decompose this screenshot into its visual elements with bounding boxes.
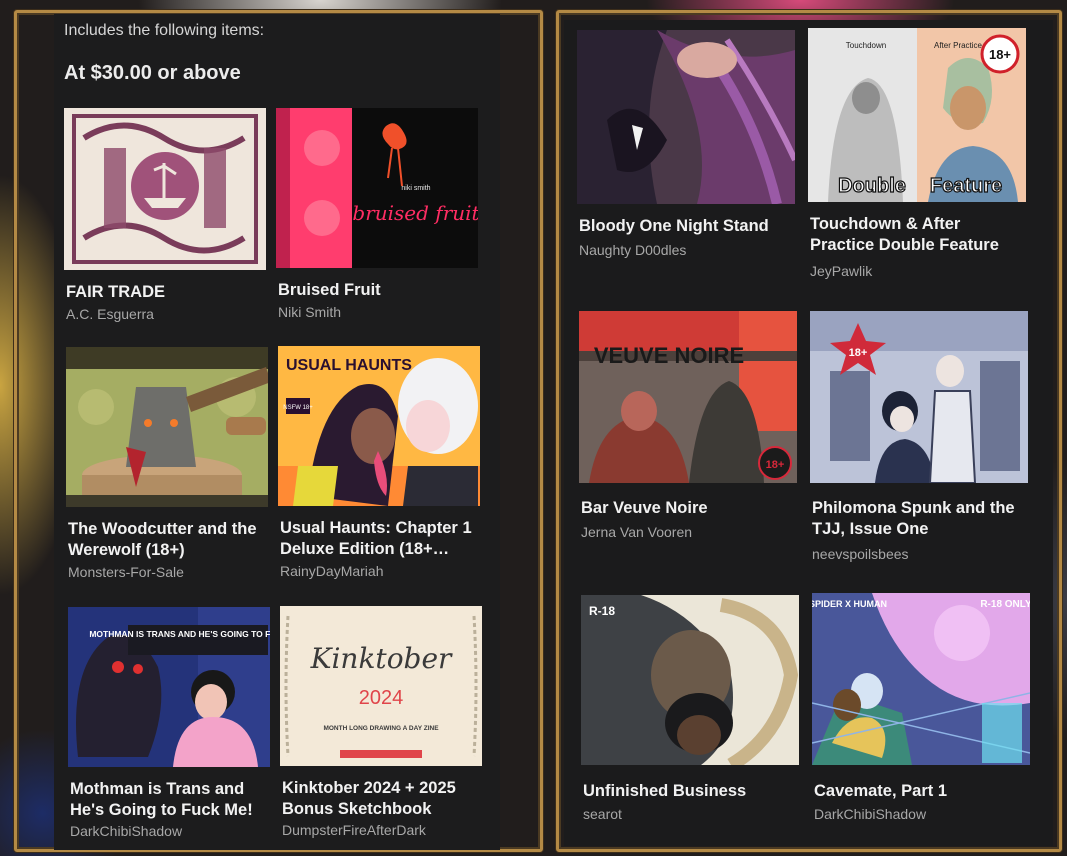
cover-label-b: After Practice <box>934 41 983 50</box>
item-cover[interactable] <box>577 30 795 204</box>
cover-badge-text: 18+ <box>766 459 785 471</box>
item-title[interactable]: The Woodcutter and the Werewolf (18+) <box>68 519 278 561</box>
item-author[interactable]: JeyPawlik <box>810 262 1020 280</box>
item-card[interactable]: Kinktober 2024 MONTH LONG DRAWING A DAY … <box>280 606 482 846</box>
cover-label: SPIDER X HUMAN <box>812 599 887 609</box>
item-author[interactable]: Monsters-For-Sale <box>68 563 278 581</box>
item-title[interactable]: FAIR TRADE <box>66 282 276 303</box>
item-author[interactable]: DarkChibiShadow <box>70 822 280 840</box>
includes-label: Includes the following items: <box>64 22 265 39</box>
item-title[interactable]: Bar Veuve Noire <box>581 498 791 519</box>
item-title[interactable]: Kinktober 2024 + 2025 Bonus Sketchbook <box>282 778 492 820</box>
cover-badge-text: 18+ <box>849 347 868 359</box>
item-author[interactable]: A.C. Esguerra <box>66 305 276 323</box>
item-title[interactable]: Mothman is Trans and He's Going to Fuck … <box>70 779 280 821</box>
item-title[interactable]: Unfinished Business <box>583 781 793 802</box>
item-title[interactable]: Usual Haunts: Chapter 1 Deluxe Edition (… <box>280 518 490 560</box>
item-title[interactable]: Cavemate, Part 1 <box>814 781 1024 802</box>
item-author[interactable]: Naughty D00dles <box>579 241 789 259</box>
cover-author-text: niki smith <box>401 185 430 192</box>
item-card[interactable]: 18+ Philomona Spunk and the TJJ, Issue O… <box>810 311 1030 571</box>
item-card[interactable]: MOTHMAN IS TRANS AND HE'S GOING TO FUCK … <box>68 607 270 847</box>
cover-badge-text: R-18 ONLY <box>980 599 1030 610</box>
item-cover[interactable]: VEUVE NOIRE 18+ <box>579 311 797 483</box>
cover-title-text: bruised fruit <box>352 201 478 225</box>
cover-text-a: Double <box>838 175 906 197</box>
item-card[interactable]: Bloody One Night Stand Naughty D00dles <box>577 30 795 270</box>
item-card[interactable]: SPIDER X HUMAN R-18 ONLY Cavemate, Part … <box>812 593 1032 833</box>
cover-badge-text: NSFW 18+ <box>283 405 313 411</box>
item-cover[interactable]: 18+ <box>810 311 1028 483</box>
item-author[interactable]: searot <box>583 805 793 823</box>
item-author[interactable]: neevspoilsbees <box>812 545 1022 563</box>
cover-label-a: Touchdown <box>846 41 886 50</box>
item-title[interactable]: Bruised Fruit <box>278 280 488 301</box>
cover-year-text: 2024 <box>359 687 404 709</box>
cover-title-text: Kinktober <box>310 642 453 675</box>
item-cover[interactable]: Kinktober 2024 MONTH LONG DRAWING A DAY … <box>280 606 482 766</box>
item-author[interactable]: DumpsterFireAfterDark <box>282 821 492 839</box>
item-author[interactable]: RainyDayMariah <box>280 562 490 580</box>
cover-badge-text: 18+ <box>989 47 1011 62</box>
item-cover[interactable]: MOTHMAN IS TRANS AND HE'S GOING TO FUCK … <box>68 607 270 767</box>
item-cover[interactable]: R-18 <box>581 595 799 765</box>
item-author[interactable]: DarkChibiShadow <box>814 805 1024 823</box>
cover-badge-text: R-18 <box>589 604 615 618</box>
item-card[interactable]: niki smith bruised fruit Bruised Fruit N… <box>276 108 478 328</box>
item-cover[interactable]: niki smith bruised fruit <box>276 108 478 268</box>
item-card[interactable]: USUAL HAUNTS NSFW 18+ Usual Haunts: Chap… <box>278 346 480 586</box>
item-cover[interactable] <box>64 108 266 270</box>
item-cover[interactable]: SPIDER X HUMAN R-18 ONLY <box>812 593 1030 765</box>
item-card[interactable]: Touchdown After Practice 18+ Double Feat… <box>808 28 1028 288</box>
cover-text-b: Feature <box>930 175 1002 197</box>
item-card[interactable]: VEUVE NOIRE 18+ Bar Veuve Noire Jerna Va… <box>579 311 799 551</box>
tier-heading: At $30.00 or above <box>64 62 241 84</box>
item-title[interactable]: Touchdown & After Practice Double Featur… <box>810 214 1020 256</box>
item-cover[interactable] <box>66 347 268 507</box>
item-cover[interactable]: USUAL HAUNTS NSFW 18+ <box>278 346 480 506</box>
cover-title-text: VEUVE NOIRE <box>594 343 744 368</box>
item-cover[interactable]: Touchdown After Practice 18+ Double Feat… <box>808 28 1026 202</box>
item-card[interactable]: R-18 Unfinished Business searot <box>581 595 801 835</box>
item-title[interactable]: Philomona Spunk and the TJJ, Issue One <box>812 498 1022 540</box>
cover-sub-text: MONTH LONG DRAWING A DAY ZINE <box>323 725 439 732</box>
item-author[interactable]: Niki Smith <box>278 303 488 321</box>
cover-title-text: MOTHMAN IS TRANS AND HE'S GOING TO FUCK … <box>89 629 270 639</box>
cover-title-text: USUAL HAUNTS <box>286 357 412 374</box>
item-card[interactable]: The Woodcutter and the Werewolf (18+) Mo… <box>66 347 268 587</box>
item-title[interactable]: Bloody One Night Stand <box>579 216 789 237</box>
item-card[interactable]: FAIR TRADE A.C. Esguerra <box>64 108 266 328</box>
item-author[interactable]: Jerna Van Vooren <box>581 523 791 541</box>
